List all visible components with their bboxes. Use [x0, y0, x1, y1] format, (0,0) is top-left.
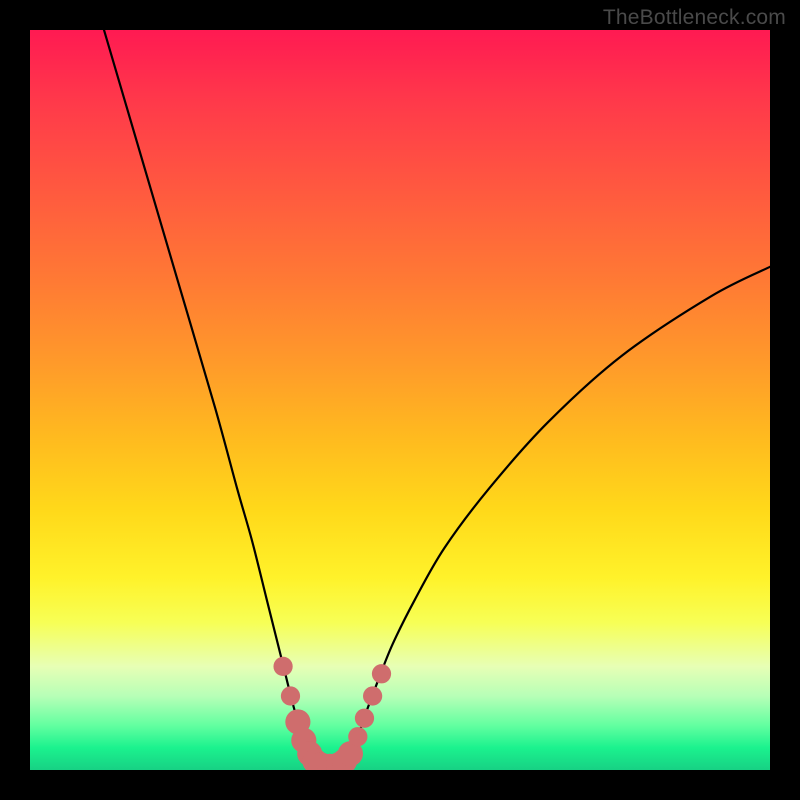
- watermark-text: TheBottleneck.com: [603, 6, 786, 30]
- marker-point: [273, 657, 292, 676]
- marker-point: [372, 664, 391, 683]
- marker-point: [355, 709, 374, 728]
- marker-point: [363, 686, 382, 705]
- markers-group: [273, 657, 391, 770]
- plot-area: [30, 30, 770, 770]
- markers-layer: [30, 30, 770, 770]
- chart-frame: TheBottleneck.com: [0, 0, 800, 800]
- marker-point: [348, 727, 367, 746]
- marker-point: [281, 686, 300, 705]
